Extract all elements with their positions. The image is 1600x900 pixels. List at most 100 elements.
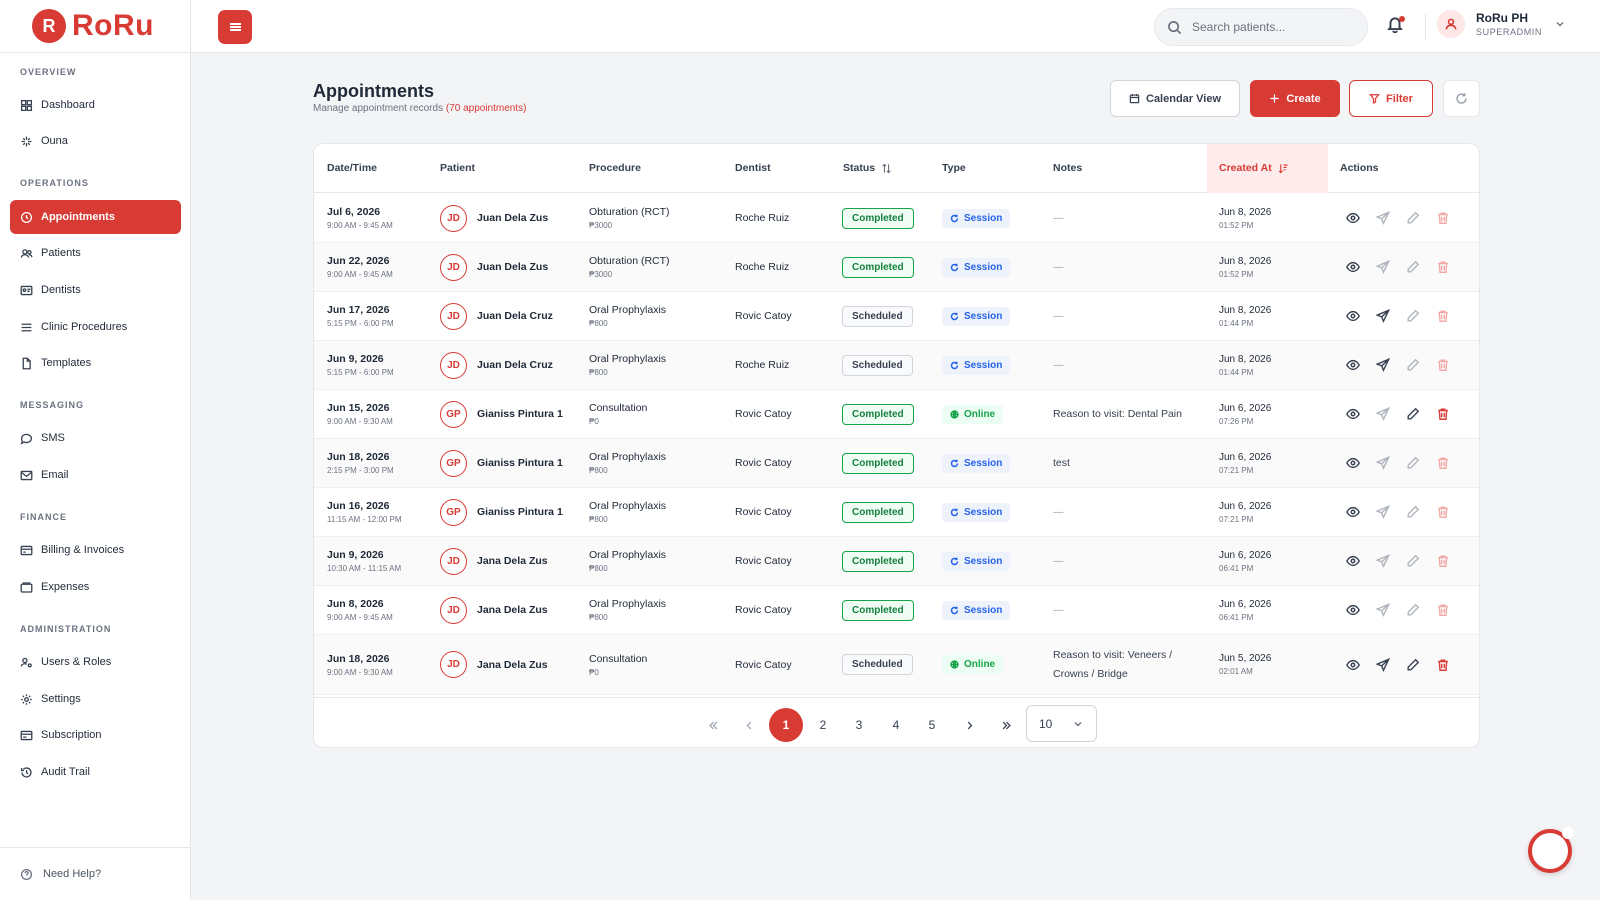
menu-toggle-button[interactable] xyxy=(218,10,252,44)
sidebar-item-dentists[interactable]: Dentists xyxy=(10,273,181,307)
edit-button[interactable] xyxy=(1405,308,1421,324)
search-input[interactable] xyxy=(1192,20,1342,34)
sidebar-item-appointments[interactable]: Appointments xyxy=(10,200,181,234)
delete-button[interactable] xyxy=(1435,308,1451,324)
table-row[interactable]: Jun 16, 2026 11:15 AM - 12:00 PM GP Gianiss… xyxy=(314,488,1479,537)
refresh-button[interactable] xyxy=(1443,80,1480,117)
edit-button[interactable] xyxy=(1405,406,1421,422)
view-button[interactable] xyxy=(1345,308,1361,324)
cell-patient[interactable]: JD Jana Dela Zus xyxy=(440,537,548,585)
cell-patient[interactable]: JD Juan Dela Zus xyxy=(440,194,548,242)
delete-button[interactable] xyxy=(1435,259,1451,275)
sidebar-item-settings[interactable]: Settings xyxy=(10,682,181,716)
delete-button[interactable] xyxy=(1435,357,1451,373)
edit-button[interactable] xyxy=(1405,357,1421,373)
patient-name[interactable]: Juan Dela Zus xyxy=(477,261,548,273)
page-size-select[interactable]: 10 xyxy=(1026,705,1097,742)
cell-patient[interactable]: JD Jana Dela Zus xyxy=(440,586,548,634)
col-created-at[interactable]: Created At xyxy=(1207,144,1328,193)
send-button[interactable] xyxy=(1375,657,1391,673)
col-date-time[interactable]: Date/Time xyxy=(327,144,377,193)
col-type[interactable]: Type xyxy=(942,144,966,193)
page-button-3[interactable]: 3 xyxy=(842,708,876,742)
cell-patient[interactable]: GP Gianiss Pintura 1 xyxy=(440,488,563,536)
chat-assistant-button[interactable] xyxy=(1528,827,1574,873)
edit-button[interactable] xyxy=(1405,455,1421,471)
sidebar-item-ouna[interactable]: Ouna xyxy=(10,124,181,158)
cell-patient[interactable]: JD Juan Dela Cruz xyxy=(440,292,553,340)
table-row[interactable]: Jul 6, 2026 9:00 AM - 9:45 AM JD Juan Dela … xyxy=(314,194,1479,243)
sidebar-item-email[interactable]: Email xyxy=(10,458,181,492)
edit-button[interactable] xyxy=(1405,657,1421,673)
edit-button[interactable] xyxy=(1405,210,1421,226)
table-row[interactable]: Jun 18, 2026 9:00 AM - 9:30 AM JD Jana Dela… xyxy=(314,635,1479,695)
page-button-2[interactable]: 2 xyxy=(806,708,840,742)
view-button[interactable] xyxy=(1345,357,1361,373)
view-button[interactable] xyxy=(1345,455,1361,471)
patient-name[interactable]: Jana Dela Zus xyxy=(477,604,548,616)
page-button-1[interactable]: 1 xyxy=(769,708,803,742)
col-notes[interactable]: Notes xyxy=(1053,144,1082,193)
send-button[interactable] xyxy=(1375,259,1391,275)
send-button[interactable] xyxy=(1375,455,1391,471)
table-row[interactable]: Jun 9, 2026 10:30 AM - 11:15 AM JD Jana Del… xyxy=(314,537,1479,586)
calendar-view-button[interactable]: Calendar View xyxy=(1110,80,1240,117)
send-button[interactable] xyxy=(1375,357,1391,373)
send-button[interactable] xyxy=(1375,210,1391,226)
patient-name[interactable]: Jana Dela Zus xyxy=(477,555,548,567)
col-procedure[interactable]: Procedure xyxy=(589,144,641,193)
sidebar-item-clinic-procedures[interactable]: Clinic Procedures xyxy=(10,310,181,344)
col-dentist[interactable]: Dentist xyxy=(735,144,771,193)
patient-name[interactable]: Gianiss Pintura 1 xyxy=(477,506,563,518)
sidebar-item-sms[interactable]: SMS xyxy=(10,421,181,455)
patient-name[interactable]: Jana Dela Zus xyxy=(477,659,548,671)
cell-patient[interactable]: GP Gianiss Pintura 1 xyxy=(440,439,563,487)
delete-button[interactable] xyxy=(1435,553,1451,569)
delete-button[interactable] xyxy=(1435,657,1451,673)
send-button[interactable] xyxy=(1375,602,1391,618)
table-row[interactable]: Jun 9, 2026 5:15 PM - 6:00 PM JD Juan Dela … xyxy=(314,341,1479,390)
delete-button[interactable] xyxy=(1435,602,1451,618)
patient-name[interactable]: Juan Dela Zus xyxy=(477,212,548,224)
sidebar-item-patients[interactable]: Patients xyxy=(10,236,181,270)
edit-button[interactable] xyxy=(1405,504,1421,520)
sidebar-item-subscription[interactable]: Subscription xyxy=(10,718,181,752)
send-button[interactable] xyxy=(1375,406,1391,422)
patient-name[interactable]: Gianiss Pintura 1 xyxy=(477,457,563,469)
edit-button[interactable] xyxy=(1405,602,1421,618)
sidebar-item-expenses[interactable]: Expenses xyxy=(10,570,181,604)
col-status[interactable]: Status xyxy=(843,144,892,193)
view-button[interactable] xyxy=(1345,553,1361,569)
need-help-link[interactable]: Need Help? xyxy=(0,847,190,900)
table-row[interactable]: Jun 8, 2026 9:00 AM - 9:45 AM JD Jana Dela … xyxy=(314,586,1479,635)
view-button[interactable] xyxy=(1345,259,1361,275)
send-button[interactable] xyxy=(1375,504,1391,520)
sidebar-item-billing-invoices[interactable]: Billing & Invoices xyxy=(10,533,181,567)
delete-button[interactable] xyxy=(1435,406,1451,422)
view-button[interactable] xyxy=(1345,602,1361,618)
table-row[interactable]: Jun 22, 2026 9:00 AM - 9:45 AM JD Juan Dela… xyxy=(314,243,1479,292)
sidebar-item-dashboard[interactable]: Dashboard xyxy=(10,88,181,122)
prev-page-button[interactable] xyxy=(732,708,766,742)
filter-button[interactable]: Filter xyxy=(1349,80,1433,117)
sidebar-item-templates[interactable]: Templates xyxy=(10,346,181,380)
user-menu[interactable]: RoRu PH SUPERADMIN xyxy=(1437,10,1566,38)
edit-button[interactable] xyxy=(1405,259,1421,275)
page-button-5[interactable]: 5 xyxy=(915,708,949,742)
first-page-button[interactable] xyxy=(696,708,730,742)
delete-button[interactable] xyxy=(1435,504,1451,520)
table-row[interactable]: Jun 17, 2026 5:15 PM - 6:00 PM JD Juan Dela… xyxy=(314,292,1479,341)
sidebar-item-users-roles[interactable]: Users & Roles xyxy=(10,645,181,679)
table-row[interactable]: Jun 18, 2026 2:15 PM - 3:00 PM GP Gianiss P… xyxy=(314,439,1479,488)
send-button[interactable] xyxy=(1375,553,1391,569)
col-patient[interactable]: Patient xyxy=(440,144,475,193)
cell-patient[interactable]: JD Juan Dela Cruz xyxy=(440,341,553,389)
cell-patient[interactable]: JD Jana Dela Zus xyxy=(440,635,548,694)
create-button[interactable]: Create xyxy=(1250,80,1340,117)
view-button[interactable] xyxy=(1345,657,1361,673)
logo[interactable]: R RoRu xyxy=(0,0,190,53)
edit-button[interactable] xyxy=(1405,553,1421,569)
cell-patient[interactable]: GP Gianiss Pintura 1 xyxy=(440,390,563,438)
view-button[interactable] xyxy=(1345,210,1361,226)
patient-name[interactable]: Gianiss Pintura 1 xyxy=(477,408,563,420)
